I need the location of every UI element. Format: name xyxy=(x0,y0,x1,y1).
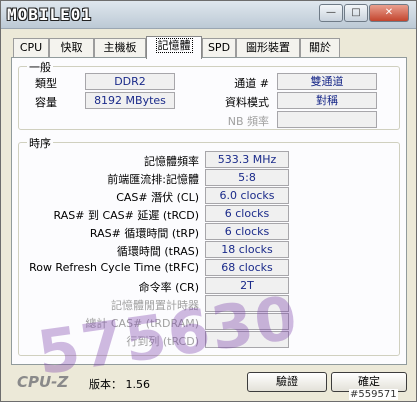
version-value: 1.56 xyxy=(125,378,151,391)
timing-value: 68 clocks xyxy=(205,259,289,276)
timing-value xyxy=(205,295,289,312)
close-button[interactable]: ✕ xyxy=(369,4,409,22)
type-label: 類型 xyxy=(35,77,57,90)
timing-label: 前端匯流排:記憶體 xyxy=(107,173,199,186)
timing-value: 5:8 xyxy=(205,169,289,186)
timing-value: 6 clocks xyxy=(205,205,289,222)
timing-value: 18 clocks xyxy=(205,241,289,258)
version-text: 版本： 1.56 xyxy=(89,376,150,392)
nb-frequency-label: NB 頻率 xyxy=(227,115,269,128)
type-value: DDR2 xyxy=(85,73,175,90)
title-bar[interactable]: MOBILE01 — □ ✕ xyxy=(1,1,416,29)
size-value: 8192 MBytes xyxy=(85,92,175,109)
general-group-title: 一般 xyxy=(27,59,53,75)
cpuz-window: MOBILE01 — □ ✕ CPU 快取 主機板 記憶體 SPD 圖形裝置 關… xyxy=(0,0,417,402)
channels-value: 雙通道 xyxy=(277,73,377,90)
timings-group-title: 時序 xyxy=(27,135,53,151)
nb-frequency-value xyxy=(277,111,377,128)
tab-mainboard[interactable]: 主機板 xyxy=(94,38,146,58)
tab-cache[interactable]: 快取 xyxy=(49,38,94,58)
timing-value xyxy=(205,331,289,348)
timing-label: RAS# 循環時間 (tRP) xyxy=(89,227,199,240)
tab-cpu[interactable]: CPU xyxy=(13,38,49,58)
timing-value: 6 clocks xyxy=(205,223,289,240)
timing-label: 記憶體閒置計時器 xyxy=(111,299,199,312)
timing-value: 2T xyxy=(205,277,289,294)
memory-panel: 一般 類型 DDR2 容量 8192 MBytes 通道 # 雙通道 資料模式 … xyxy=(11,57,407,365)
tab-about[interactable]: 關於 xyxy=(300,38,340,58)
channels-label: 通道 # xyxy=(234,77,269,90)
timing-label: 循環時間 (tRAS) xyxy=(116,245,199,258)
timings-group: 時序 記憶體頻率 533.3 MHz 前端匯流排:記憶體 5:8 CAS# 潛伏… xyxy=(18,135,400,356)
size-label: 容量 xyxy=(35,96,57,109)
cpuz-brand-logo: CPU-Z xyxy=(17,373,69,391)
timing-label: 行到列 (tRCD) xyxy=(126,335,199,348)
timing-value: 533.3 MHz xyxy=(205,151,289,168)
tab-memory[interactable]: 記憶體 xyxy=(146,36,202,59)
timing-label: 記憶體頻率 xyxy=(144,155,199,168)
tab-spd[interactable]: SPD xyxy=(202,38,236,58)
validate-button[interactable]: 驗證 xyxy=(247,372,327,392)
minimize-button[interactable]: — xyxy=(319,4,343,22)
timing-label: Row Refresh Cycle Time (tRFC) xyxy=(29,261,199,274)
id-tag: #559571 xyxy=(349,389,398,400)
timing-label: RAS# 到 CAS# 延遲 (tRCD) xyxy=(53,209,199,222)
dc-mode-label: 資料模式 xyxy=(225,96,269,109)
timing-value xyxy=(205,313,289,330)
dc-mode-value: 對稱 xyxy=(277,92,377,109)
tab-graphics[interactable]: 圖形裝置 xyxy=(236,38,300,58)
timing-label: CAS# 潛伏 (CL) xyxy=(116,191,199,204)
version-label: 版本： xyxy=(89,378,122,391)
timing-value: 6.0 clocks xyxy=(205,187,289,204)
app-logo: MOBILE01 xyxy=(7,5,93,24)
maximize-button[interactable]: □ xyxy=(344,4,368,22)
general-group: 一般 類型 DDR2 容量 8192 MBytes 通道 # 雙通道 資料模式 … xyxy=(18,59,400,130)
timing-label: 命令率 (CR) xyxy=(138,281,199,294)
timing-label: 總計 CAS# (tRDRAM) xyxy=(85,317,199,330)
